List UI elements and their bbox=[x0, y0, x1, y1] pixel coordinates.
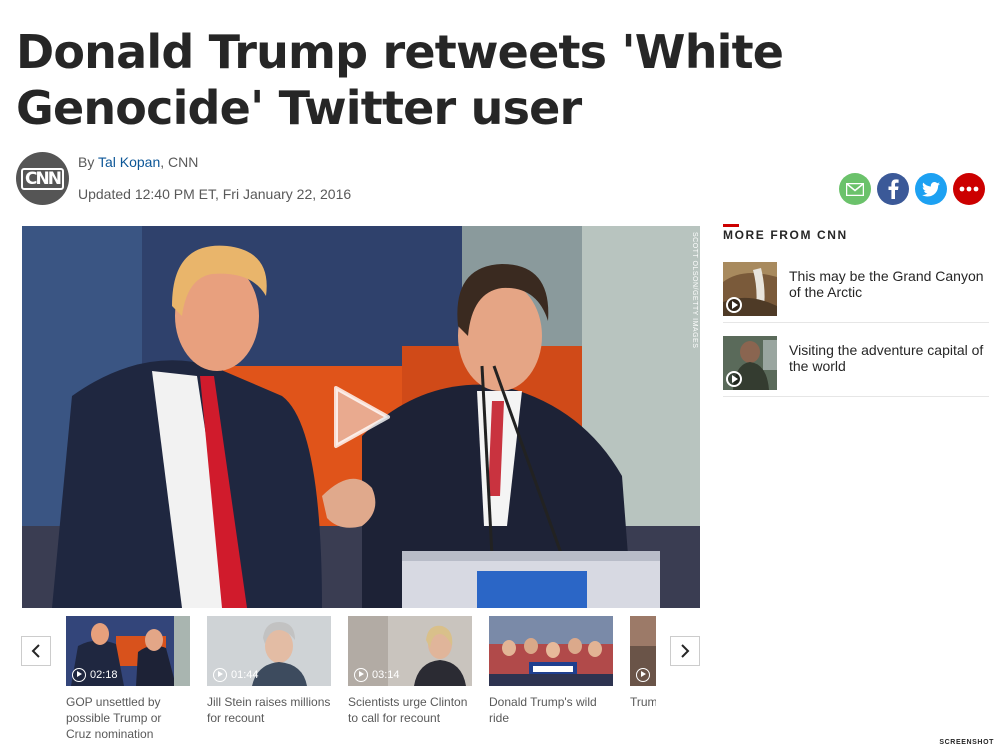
card-duration: 03:14 bbox=[372, 669, 400, 681]
play-icon bbox=[726, 371, 742, 387]
play-icon bbox=[636, 668, 650, 682]
carousel-caption: Scientists urge Clinton to call for reco… bbox=[348, 695, 468, 725]
email-share-button[interactable] bbox=[839, 173, 871, 205]
play-icon bbox=[726, 297, 742, 313]
video-carousel: 02:18 GOP unsettled by possible Trump or… bbox=[66, 616, 656, 746]
carousel-card[interactable]: 01:44 Jill Stein raises millions for rec… bbox=[207, 616, 331, 726]
more-share-button[interactable] bbox=[953, 173, 985, 205]
carousel-thumbnail bbox=[630, 616, 656, 686]
rail-title: MORE FROM CNN bbox=[723, 224, 848, 242]
rail-item[interactable]: This may be the Grand Canyon of the Arct… bbox=[723, 262, 989, 323]
twitter-icon bbox=[922, 181, 940, 197]
twitter-share-button[interactable] bbox=[915, 173, 947, 205]
carousel-thumbnail: 02:18 bbox=[66, 616, 190, 686]
carousel-caption: Donald Trump's wild ride bbox=[489, 695, 597, 725]
chevron-right-icon bbox=[681, 644, 690, 658]
carousel-caption: Trump the M bbox=[630, 695, 656, 709]
carousel-thumbnail: 03:14 bbox=[348, 616, 472, 686]
carousel-card[interactable]: Trump the M bbox=[630, 616, 656, 710]
play-icon[interactable] bbox=[330, 384, 392, 450]
rail-item-label: Visiting the adventure capital of the wo… bbox=[789, 342, 984, 374]
carousel-caption: GOP unsettled by possible Trump or Cruz … bbox=[66, 695, 162, 741]
play-icon bbox=[213, 668, 227, 682]
rail-item[interactable]: Visiting the adventure capital of the wo… bbox=[723, 336, 989, 397]
article-headline: Donald Trump retweets 'White Genocide' T… bbox=[16, 25, 784, 135]
more-icon bbox=[959, 186, 979, 192]
carousel-card[interactable]: Donald Trump's wild ride bbox=[489, 616, 613, 726]
cnn-logo[interactable]: CNN bbox=[16, 152, 69, 205]
carousel-prev-button[interactable] bbox=[21, 636, 51, 666]
carousel-card[interactable]: 02:18 GOP unsettled by possible Trump or… bbox=[66, 616, 190, 742]
chevron-left-icon bbox=[31, 644, 40, 658]
carousel-thumbnail: 01:44 bbox=[207, 616, 331, 686]
carousel-caption: Jill Stein raises millions for recount bbox=[207, 695, 331, 725]
rail-thumbnail bbox=[723, 336, 777, 390]
facebook-share-button[interactable] bbox=[877, 173, 909, 205]
play-icon bbox=[354, 668, 368, 682]
rail-thumbnail bbox=[723, 262, 777, 316]
carousel-next-button[interactable] bbox=[670, 636, 700, 666]
card-duration: 01:44 bbox=[231, 669, 259, 681]
author-link[interactable]: Tal Kopan bbox=[98, 154, 160, 170]
screenshot-watermark: SCREENSHOT bbox=[939, 739, 994, 746]
photo-credit: SCOTT OLSON/GETTY IMAGES bbox=[691, 232, 698, 349]
byline: By Tal Kopan, CNN bbox=[78, 154, 199, 170]
email-icon bbox=[846, 182, 864, 196]
facebook-icon bbox=[888, 179, 899, 199]
play-icon bbox=[72, 668, 86, 682]
rail-item-label: This may be the Grand Canyon of the Arct… bbox=[789, 268, 984, 300]
carousel-card[interactable]: 03:14 Scientists urge Clinton to call fo… bbox=[348, 616, 472, 726]
card-duration: 02:18 bbox=[90, 669, 118, 681]
updated-timestamp: Updated 12:40 PM ET, Fri January 22, 201… bbox=[78, 186, 352, 202]
carousel-thumbnail bbox=[489, 616, 613, 686]
